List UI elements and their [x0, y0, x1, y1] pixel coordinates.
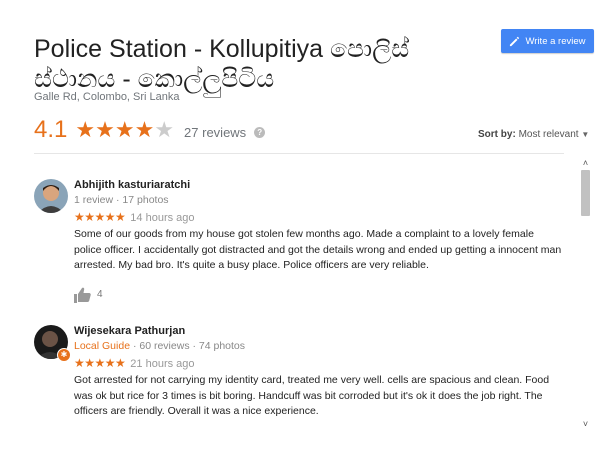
- like-button[interactable]: 4: [74, 287, 564, 303]
- reviews-count-link[interactable]: 27 reviews: [184, 125, 246, 140]
- pencil-icon: [510, 36, 520, 46]
- reviewer-name[interactable]: Abhijith kasturiaratchi: [74, 179, 564, 192]
- place-address: Galle Rd, Colombo, Sri Lanka: [34, 91, 180, 103]
- review-text: Some of our goods from my house got stol…: [74, 228, 562, 271]
- rating-value: 4.1: [34, 116, 68, 143]
- review-time: 14 hours ago: [130, 212, 195, 224]
- star-empty-icon: ★: [154, 117, 175, 142]
- rating-summary: 4.1 ★★★★★ 27 reviews ?: [34, 116, 266, 144]
- write-review-button[interactable]: Write a review: [501, 29, 594, 53]
- dropdown-arrow-icon: ▼: [581, 130, 590, 139]
- local-guide-label: Local Guide: [74, 340, 131, 352]
- place-title: Police Station - Kollupitiya පොලිස් ස්ථා…: [34, 35, 410, 93]
- star-icon: ★: [95, 117, 115, 142]
- rating-stars: ★★★★★: [75, 118, 174, 142]
- review-text: Got arrested for not carrying my identit…: [74, 374, 550, 417]
- reviewer-meta: Local Guide · 60 reviews · 74 photos: [74, 340, 564, 353]
- scrollbar[interactable]: ˄ ˅: [580, 158, 591, 430]
- reviewer-name[interactable]: Wijesekara Pathurjan: [74, 325, 564, 338]
- divider: [34, 153, 564, 154]
- sort-dropdown[interactable]: Sort by: Most relevant ▼: [478, 129, 589, 140]
- reviewer-meta: 1 review · 17 photos: [74, 194, 169, 206]
- write-review-label: Write a review: [525, 35, 586, 47]
- sort-label: Sort by:: [478, 129, 516, 140]
- scroll-up-icon[interactable]: ˄: [580, 158, 591, 169]
- review-stars: ★★★★★: [74, 210, 126, 224]
- star-icon: ★: [75, 117, 96, 142]
- help-icon[interactable]: ?: [254, 127, 266, 138]
- reviewer-stats: · 60 reviews · 74 photos: [130, 340, 246, 352]
- star-icon: ★: [134, 117, 155, 142]
- avatar[interactable]: [34, 179, 68, 213]
- thumbs-up-icon: [74, 287, 91, 303]
- like-count: 4: [97, 289, 103, 300]
- star-icon: ★: [114, 117, 135, 142]
- local-guide-badge-icon: ✱: [57, 348, 71, 362]
- review-stars: ★★★★★: [74, 356, 126, 370]
- scrollbar-thumb[interactable]: [581, 170, 590, 216]
- sort-value: Most relevant: [518, 129, 579, 140]
- scroll-down-icon[interactable]: ˅: [580, 419, 591, 430]
- review-time: 21 hours ago: [130, 358, 195, 370]
